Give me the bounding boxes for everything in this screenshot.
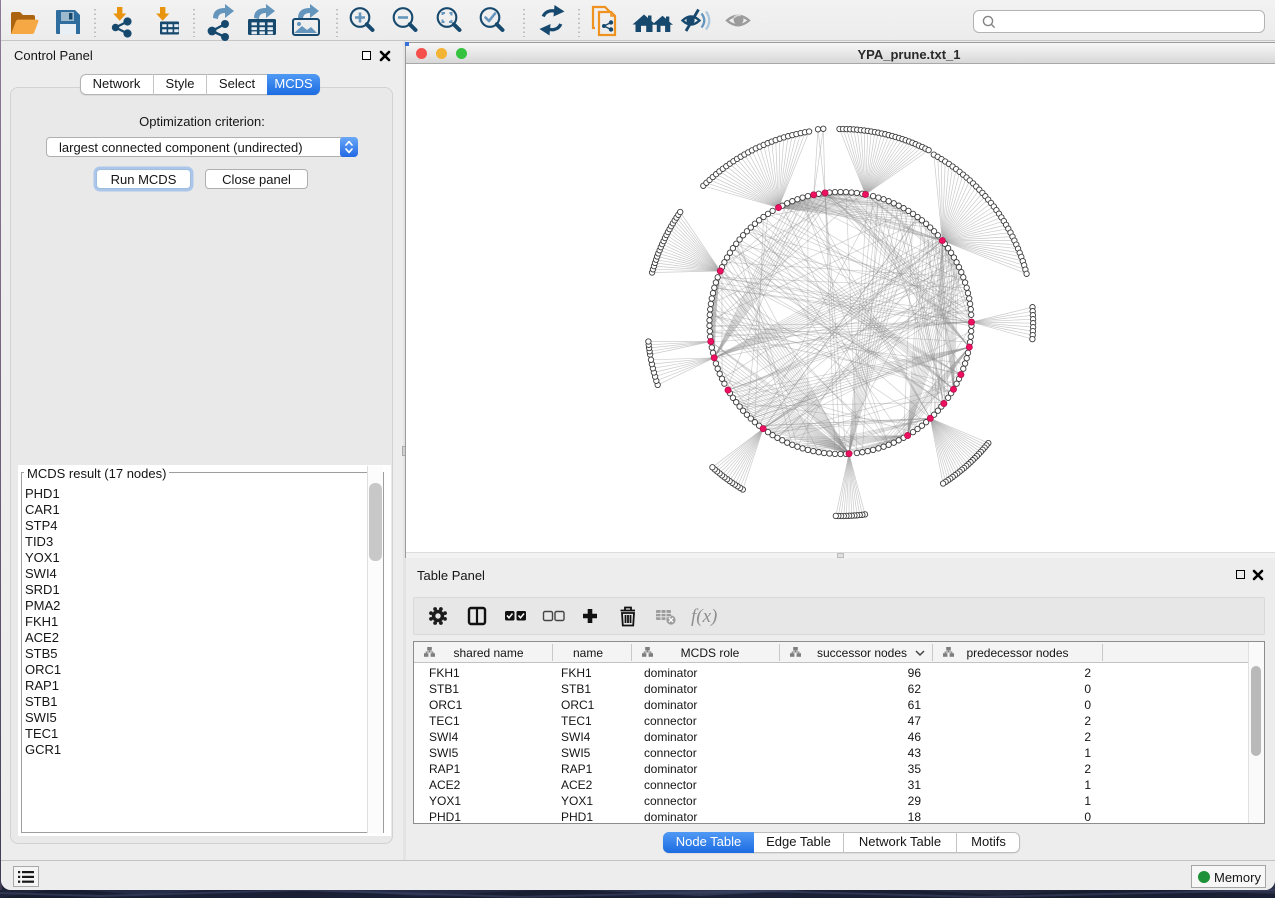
svg-text:f(x): f(x)	[691, 606, 717, 627]
